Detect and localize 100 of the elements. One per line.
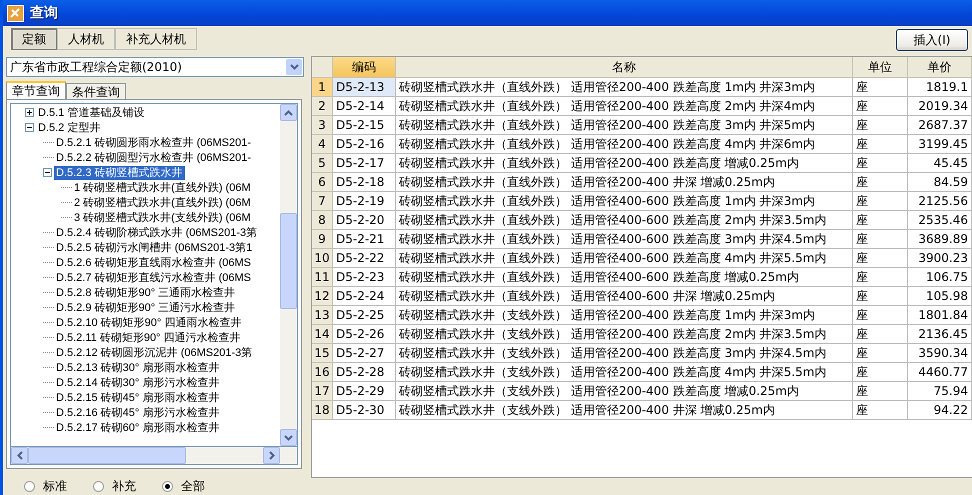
table-cell: 座 [853,97,908,116]
filter-radio[interactable]: 标准 [24,478,67,495]
tree-item[interactable]: D.5.2.5 砖砌污水闸槽井 (06MS201-3第1 [54,240,254,254]
table-cell: 105.98 [908,287,972,306]
row-number[interactable]: 3 [312,116,333,135]
horizontal-scrollbar[interactable] [10,447,298,465]
row-number[interactable]: 9 [312,230,333,249]
tree-item[interactable]: D.5.2.8 砖砌矩形90° 三通雨水检查井 [54,286,238,300]
table-cell: D5-2-20 [333,211,396,230]
vertical-scrollbar[interactable] [280,104,297,446]
table-cell: 砖砌竖槽式跌水井（直线外跌） 适用管径400-600 跌差高度 1m内 井深3m内 [396,192,853,211]
row-number[interactable]: 17 [312,382,333,401]
table-cell: D5-2-28 [333,363,396,382]
table-cell: D5-2-29 [333,382,396,401]
radio-icon[interactable] [93,481,104,492]
table-cell: D5-2-15 [333,116,396,135]
tree-item[interactable]: D.5.2.17 砖砌60° 扇形雨水检查井 [54,420,222,434]
table-cell: 75.94 [908,382,972,401]
tab[interactable]: 章节查询 [6,81,66,99]
row-number[interactable]: 8 [312,211,333,230]
tree-item[interactable]: D.5.2.15 砖砌45° 扇形雨水检查井 [54,390,222,404]
row-number[interactable]: 5 [312,154,333,173]
row-number[interactable]: 13 [312,306,333,325]
table-cell: 座 [853,325,908,344]
tree-item[interactable]: D.5.2.7 砖砌矩形直线污水检查井 (06MS [54,270,253,284]
collapse-toggle[interactable] [43,168,52,177]
tab[interactable]: 补充人材机 [115,28,197,50]
table-cell: 座 [853,154,908,173]
tree-item[interactable]: D.5.2.9 砖砌矩形90° 三通污水检查井 [54,300,238,314]
radio-icon[interactable] [162,481,173,492]
column-header[interactable]: 名称 [396,57,853,78]
table-cell: 砖砌竖槽式跌水井（支线外跌） 适用管径200-400 跌差高度 增减0.25m内 [396,382,853,401]
row-number[interactable]: 10 [312,249,333,268]
tab[interactable]: 条件查询 [66,83,126,99]
table-cell: 砖砌竖槽式跌水井（直线外跌） 适用管径200-400 跌差高度 3m内 井深5m内 [396,116,853,135]
tree-item[interactable]: D.5.2.3 砖砌竖槽式跌水井 [54,166,185,180]
expand-toggle[interactable] [25,108,34,117]
table-cell: D5-2-18 [333,173,396,192]
tree-item[interactable]: D.5.2.11 砖砌矩形90° 四通污水检查井 [54,330,243,344]
tree-item[interactable]: D.5.2.1 砖砌圆形雨水检查井 (06MS201- [54,136,253,150]
tree-item[interactable]: D.5.2.16 砖砌45° 扇形污水检查井 [54,406,222,420]
tree-item[interactable]: D.5.2.14 砖砌30° 扇形污水检查井 [54,376,222,390]
table-cell: 砖砌竖槽式跌水井（支线外跌） 适用管径200-400 井深 增减0.25m内 [396,401,853,420]
table-cell: 座 [853,230,908,249]
row-number[interactable]: 6 [312,173,333,192]
table-cell: 座 [853,249,908,268]
table-cell: 3199.45 [908,135,972,154]
tree-item[interactable]: D.5.2.2 砖砌圆型污水检查井 (06MS201- [54,150,253,164]
tree-item[interactable]: 3 砖砌竖槽式跌水井(支线外跌) (06M [72,210,253,224]
table-cell: 座 [853,211,908,230]
table-cell: D5-2-24 [333,287,396,306]
row-number[interactable]: 4 [312,135,333,154]
filter-radio[interactable]: 全部 [162,478,205,495]
tab[interactable]: 人材机 [57,28,115,50]
tree-item[interactable]: 2 砖砌竖槽式跌水井(直线外跌) (06M [72,196,253,210]
table-cell: 座 [853,116,908,135]
filter-radio[interactable]: 补充 [93,478,136,495]
table-cell: 砖砌竖槽式跌水井（直线外跌） 适用管径200-400 跌差高度 增减0.25m内 [396,154,853,173]
table-cell: 座 [853,173,908,192]
row-number[interactable]: 15 [312,344,333,363]
tree-item[interactable]: D.5.2.13 砖砌30° 扇形雨水检查井 [54,360,222,374]
row-number[interactable]: 14 [312,325,333,344]
tree-item[interactable]: D.5.2.12 砖砌圆形沉泥井 (06MS201-3第 [54,346,254,360]
column-header[interactable]: 编码 [333,57,396,78]
row-number[interactable]: 16 [312,363,333,382]
table-cell: 座 [853,268,908,287]
tree-item[interactable]: D.5.2.6 砖砌矩形直线雨水检查井 (06MS [54,256,253,270]
collapse-toggle[interactable] [25,123,34,132]
row-number[interactable]: 7 [312,192,333,211]
row-number[interactable]: 12 [312,287,333,306]
row-number[interactable]: 18 [312,401,333,420]
table-cell: 座 [853,78,908,97]
table-cell: D5-2-22 [333,249,396,268]
tab[interactable]: 定额 [11,28,57,50]
insert-button[interactable]: 插入(I) [896,29,968,51]
column-header[interactable]: 单价 [908,57,972,78]
table-cell: D5-2-26 [333,325,396,344]
table-cell: 座 [853,382,908,401]
column-header[interactable]: 单位 [853,57,908,78]
tree-item[interactable]: D.5.2.10 砖砌矩形90° 四通雨水检查井 [54,316,244,330]
table-cell: 2136.45 [908,325,972,344]
table-cell: 2687.37 [908,116,972,135]
row-number[interactable]: 1 [312,78,333,97]
tree-item[interactable]: D.5.2 定型井 [36,120,102,134]
table-cell: 1801.84 [908,306,972,325]
radio-icon[interactable] [24,481,35,492]
window-title: 查询 [30,4,58,22]
table-cell: 砖砌竖槽式跌水井（支线外跌） 适用管径200-400 跌差高度 1m内 井深3m内 [396,306,853,325]
table-cell: 84.59 [908,173,972,192]
tree-item[interactable]: D.5.2.4 砖砌阶梯式跌水井 (06MS201-3第 [54,226,260,240]
table-cell: 座 [853,192,908,211]
quota-select[interactable]: 广东省市政工程综合定额(2010) [6,57,304,77]
table-cell: 砖砌竖槽式跌水井（支线外跌） 适用管径200-400 跌差高度 4m内 井深5.5m内 [396,363,853,382]
table-cell: D5-2-21 [333,230,396,249]
table-cell: D5-2-19 [333,192,396,211]
row-number[interactable]: 11 [312,268,333,287]
tree-item[interactable]: 1 砖砌竖槽式跌水井(直线外跌) (06M [72,180,253,194]
table-cell: 1819.1 [908,78,972,97]
row-number[interactable]: 2 [312,97,333,116]
tree-item[interactable]: D.5.1 管道基础及铺设 [36,106,146,120]
